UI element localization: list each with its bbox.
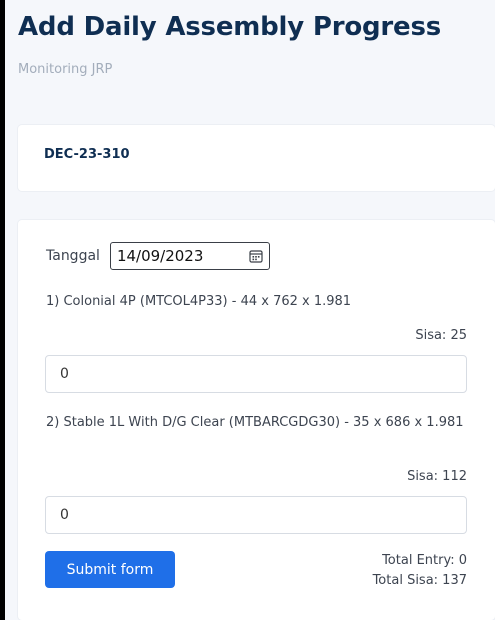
item-2-quantity-input[interactable]: 0 xyxy=(45,496,467,534)
page-subtitle: Monitoring JRP xyxy=(18,62,113,77)
item-1-label: 1) Colonial 4P (MTCOL4P33) - 44 x 762 x … xyxy=(46,294,352,309)
item-1-quantity-input[interactable]: 0 xyxy=(45,355,467,393)
progress-form-card: Tanggal 14/09/2023 1) Colonial 4P (MTCOL… xyxy=(18,220,495,620)
total-entry: Total Entry: 0 xyxy=(382,553,467,568)
order-code: DEC-23-310 xyxy=(44,147,130,162)
item-2-sisa: Sisa: 112 xyxy=(407,469,467,484)
date-value: 14/09/2023 xyxy=(116,247,204,265)
item-1-sisa: Sisa: 25 xyxy=(415,328,467,343)
item-2-quantity-value: 0 xyxy=(60,507,69,523)
page-title: Add Daily Assembly Progress xyxy=(18,12,442,42)
calendar-icon[interactable] xyxy=(249,249,263,263)
date-input[interactable]: 14/09/2023 xyxy=(109,242,270,270)
total-sisa: Total Sisa: 137 xyxy=(372,573,467,588)
item-2-label: 2) Stable 1L With D/G Clear (MTBARCGDG30… xyxy=(46,415,464,430)
date-label: Tanggal xyxy=(46,248,100,264)
item-1-quantity-value: 0 xyxy=(60,366,69,382)
window-edge xyxy=(0,0,5,620)
totals: Total Entry: 0 Total Sisa: 137 xyxy=(373,551,467,591)
submit-form-button[interactable]: Submit form xyxy=(45,551,175,588)
date-row: Tanggal 14/09/2023 xyxy=(46,242,270,270)
code-card: DEC-23-310 xyxy=(18,125,495,191)
